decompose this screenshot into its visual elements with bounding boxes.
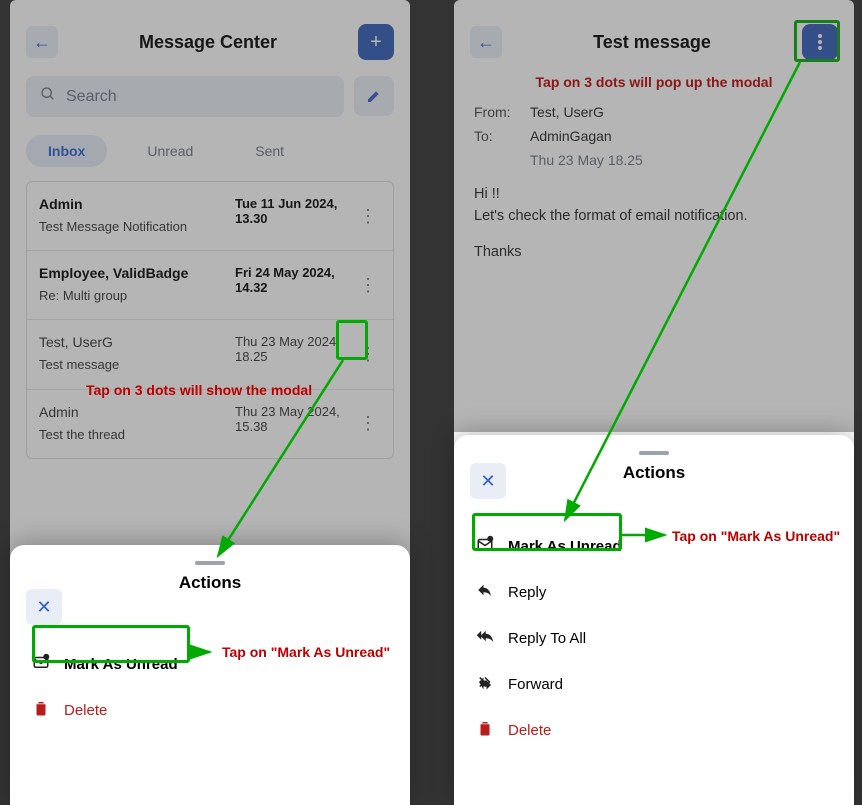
- list-item[interactable]: Test, UserGTest message Thu 23 May 2024,…: [27, 320, 393, 389]
- search-input[interactable]: Search: [26, 76, 344, 117]
- list-item[interactable]: AdminTest Message Notification Tue 11 Ju…: [27, 182, 393, 251]
- from-row: From:Test, UserG: [454, 100, 854, 124]
- header: ← Test message: [454, 0, 854, 76]
- dots-icon[interactable]: ⋮: [355, 196, 381, 236]
- delete-button[interactable]: Delete: [472, 707, 836, 753]
- sheet-title: Actions: [28, 573, 392, 593]
- message-list: AdminTest Message Notification Tue 11 Ju…: [26, 181, 394, 459]
- date-text: Thu 23 May 18.25: [454, 148, 854, 184]
- right-phone: ← Test message Tap on 3 dots will pop up…: [454, 0, 854, 805]
- delete-button[interactable]: Delete: [28, 687, 392, 733]
- search-placeholder: Search: [66, 88, 117, 106]
- dots-icon[interactable]: ⋮: [355, 265, 381, 305]
- page-title: Message Center: [68, 32, 348, 53]
- close-button[interactable]: ✕: [26, 589, 62, 625]
- annotation-text: Tap on "Mark As Unread": [222, 644, 390, 660]
- trash-icon: [476, 719, 494, 741]
- reply-all-button[interactable]: Reply To All: [472, 615, 836, 661]
- tabs: Inbox Unread Sent: [10, 117, 410, 181]
- search-row: Search: [10, 76, 410, 117]
- annotation-text: Tap on "Mark As Unread": [672, 528, 840, 544]
- compose-button[interactable]: +: [358, 24, 394, 60]
- list-item[interactable]: Employee, ValidBadgeRe: Multi group Fri …: [27, 251, 393, 320]
- back-button[interactable]: ←: [26, 26, 58, 58]
- tab-unread[interactable]: Unread: [125, 135, 215, 167]
- message-body: Hi !! Let's check the format of email no…: [454, 184, 854, 263]
- dots-icon[interactable]: ⋮: [355, 334, 381, 374]
- mail-unread-icon: [32, 653, 50, 675]
- back-button[interactable]: ←: [470, 26, 502, 58]
- tab-sent[interactable]: Sent: [233, 135, 306, 167]
- dots-icon[interactable]: ⋮: [355, 404, 381, 444]
- reply-icon: [476, 581, 494, 603]
- reply-button[interactable]: Reply: [472, 569, 836, 615]
- sheet-title: Actions: [472, 463, 836, 483]
- search-icon: [40, 86, 56, 107]
- header: ← Message Center +: [10, 0, 410, 76]
- more-button[interactable]: [802, 24, 838, 60]
- annotation-text: Tap on 3 dots will pop up the modal: [454, 74, 854, 90]
- page-title: Test message: [512, 32, 792, 53]
- list-item[interactable]: AdminTest the thread Thu 23 May 2024, 15…: [27, 390, 393, 458]
- left-phone: ← Message Center + Search Inbox Unread S…: [10, 0, 410, 805]
- forward-icon: [476, 673, 494, 695]
- close-button[interactable]: ✕: [470, 463, 506, 499]
- mail-unread-icon: [476, 535, 494, 557]
- to-row: To:AdminGagan: [454, 124, 854, 148]
- annotation-text: Tap on 3 dots will show the modal: [86, 382, 312, 398]
- actions-sheet: ✕ Actions Mark As Unread Delete: [10, 545, 410, 805]
- tab-inbox[interactable]: Inbox: [26, 135, 107, 167]
- edit-button[interactable]: [354, 76, 394, 116]
- trash-icon: [32, 699, 50, 721]
- sheet-handle[interactable]: [195, 561, 225, 565]
- actions-sheet: ✕ Actions Mark As Unread Reply Reply To …: [454, 435, 854, 805]
- reply-all-icon: [476, 627, 494, 649]
- forward-button[interactable]: Forward: [472, 661, 836, 707]
- sheet-handle[interactable]: [639, 451, 669, 455]
